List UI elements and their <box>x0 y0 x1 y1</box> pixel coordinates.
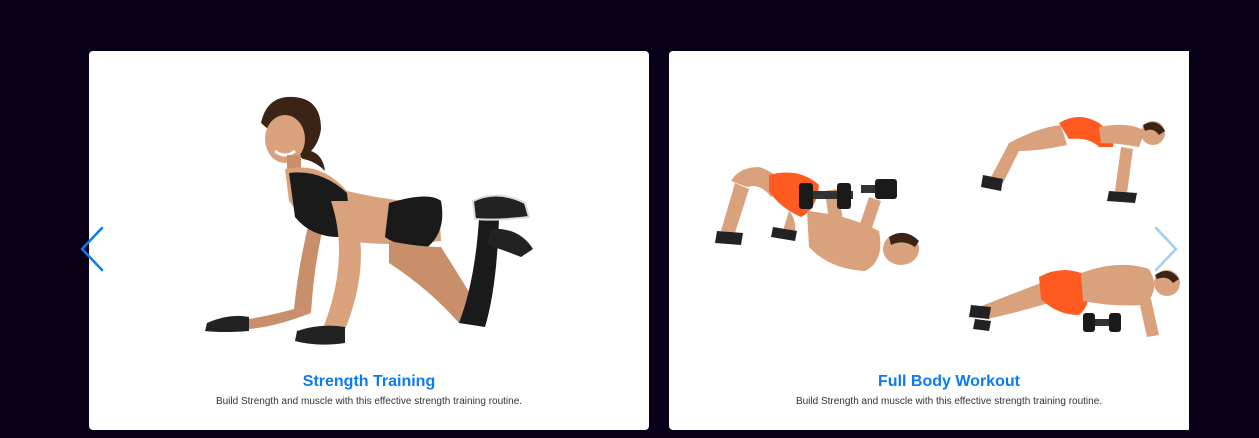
woman-kneeling-pushup-image <box>205 96 533 345</box>
carousel-next-button[interactable] <box>1150 225 1180 273</box>
workout-carousel: Strength Training Build Strength and mus… <box>0 0 1259 438</box>
card-description: Build Strength and muscle with this effe… <box>215 396 523 407</box>
man-dumbbell-exercises-image <box>715 117 1180 337</box>
carousel-viewport: Strength Training Build Strength and mus… <box>89 51 1189 430</box>
chevron-right-icon <box>1154 226 1178 272</box>
workout-card-strength-training[interactable]: Strength Training Build Strength and mus… <box>89 51 649 430</box>
chevron-left-icon <box>80 226 104 272</box>
carousel-prev-button[interactable] <box>78 225 108 273</box>
card-title[interactable]: Full Body Workout <box>669 373 1189 391</box>
card-description: Build Strength and muscle with this effe… <box>795 396 1103 407</box>
workout-card-full-body-workout[interactable]: Full Body Workout Build Strength and mus… <box>669 51 1189 430</box>
card-title[interactable]: Strength Training <box>89 373 649 391</box>
